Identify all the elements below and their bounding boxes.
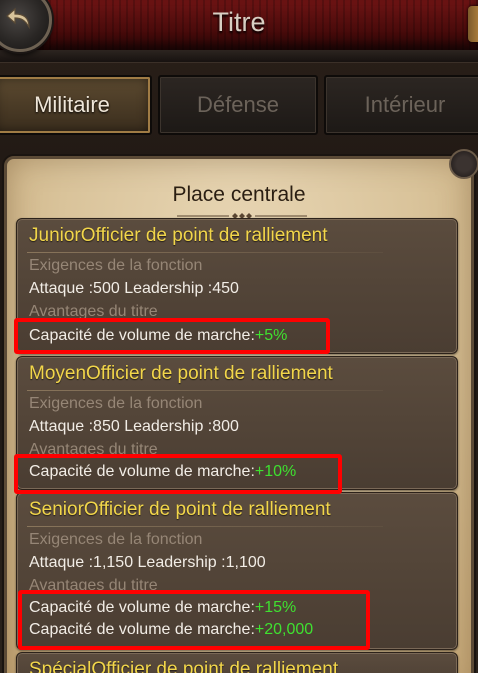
highlight-box bbox=[14, 454, 342, 494]
panel-title: Place centrale bbox=[172, 183, 306, 206]
tab-bar: Militaire Défense Intérieur bbox=[0, 75, 478, 135]
rank-divider bbox=[27, 252, 383, 253]
requirements-label: Exigences de la fonction bbox=[29, 395, 203, 412]
side-handle[interactable] bbox=[468, 6, 478, 42]
title-screen: Titre Militaire Défense Intérieur Place … bbox=[0, 0, 478, 673]
rank-title: SeniorOfficier de point de ralliement bbox=[29, 499, 331, 520]
tab-militaire[interactable]: Militaire bbox=[0, 75, 152, 135]
tab-defense[interactable]: Défense bbox=[158, 75, 318, 135]
requirements-label: Exigences de la fonction bbox=[29, 257, 203, 274]
highlight-box bbox=[18, 590, 370, 650]
highlight-box bbox=[14, 318, 330, 354]
requirements-label: Exigences de la fonction bbox=[29, 531, 203, 548]
header-divider bbox=[0, 50, 478, 63]
tab-interieur[interactable]: Intérieur bbox=[324, 75, 478, 135]
rank-divider bbox=[27, 526, 383, 527]
header-bar: Titre bbox=[0, 0, 478, 52]
rank-card-special: SpécialOfficier de point de ralliement bbox=[16, 652, 458, 673]
rank-title: JuniorOfficier de point de ralliement bbox=[29, 225, 328, 246]
rank-divider bbox=[27, 390, 383, 391]
rank-title: SpécialOfficier de point de ralliement bbox=[29, 659, 339, 673]
requirements-value: Attaque :1,150 Leadership :1,100 bbox=[29, 554, 266, 571]
back-arrow-icon bbox=[6, 7, 30, 30]
page-title: Titre bbox=[212, 7, 266, 37]
requirements-value: Attaque :500 Leadership :450 bbox=[29, 280, 239, 297]
panel-corner-knob bbox=[449, 149, 478, 179]
rank-title: MoyenOfficier de point de ralliement bbox=[29, 363, 333, 384]
requirements-value: Attaque :850 Leadership :800 bbox=[29, 418, 239, 435]
